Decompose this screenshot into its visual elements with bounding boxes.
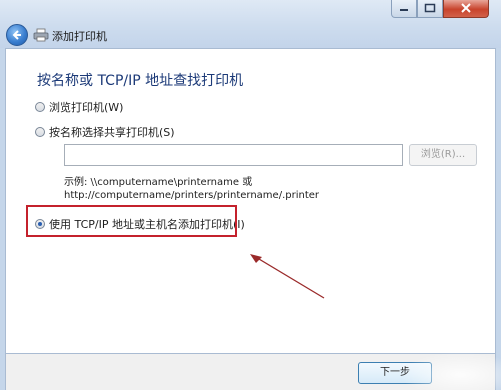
example-text: 示例: \\computername\printername 或 http://…	[64, 176, 319, 202]
minimize-button[interactable]	[391, 0, 417, 18]
page-heading: 按名称或 TCP/IP 地址查找打印机	[37, 73, 244, 89]
radio-browse-printer[interactable]	[35, 102, 45, 112]
radio-select-shared-printer[interactable]	[35, 127, 45, 137]
example-line-2: http://computername/printers/printername…	[64, 190, 320, 201]
option-label: 按名称选择共享打印机(S)	[49, 126, 175, 139]
back-arrow-icon	[12, 30, 21, 40]
option-label: 浏览打印机(W)	[49, 101, 124, 114]
shared-printer-path-input[interactable]	[64, 144, 403, 166]
option-select-shared-printer[interactable]: 按名称选择共享打印机(S)	[35, 124, 175, 140]
close-icon	[461, 3, 471, 13]
close-button[interactable]	[443, 0, 489, 18]
back-button[interactable]	[6, 24, 28, 46]
annotation-arrow-icon	[250, 254, 325, 299]
printer-icon	[33, 28, 49, 42]
add-printer-window: 添加打印机 按名称或 TCP/IP 地址查找打印机 浏览打印机(W) 按名称选择…	[0, 0, 501, 390]
minimize-icon	[400, 9, 408, 11]
option-browse-printer[interactable]: 浏览打印机(W)	[35, 99, 123, 115]
highlight-annotation-box	[26, 205, 237, 237]
example-line-1: 示例: \\computername\printername 或	[64, 177, 253, 188]
maximize-button[interactable]	[417, 0, 443, 18]
browse-button[interactable]: 浏览(R)...	[409, 144, 477, 166]
title-bar: 添加打印机	[0, 0, 501, 48]
watermark-overlay	[400, 352, 501, 390]
maximize-icon	[424, 3, 436, 13]
window-title: 添加打印机	[52, 30, 107, 43]
